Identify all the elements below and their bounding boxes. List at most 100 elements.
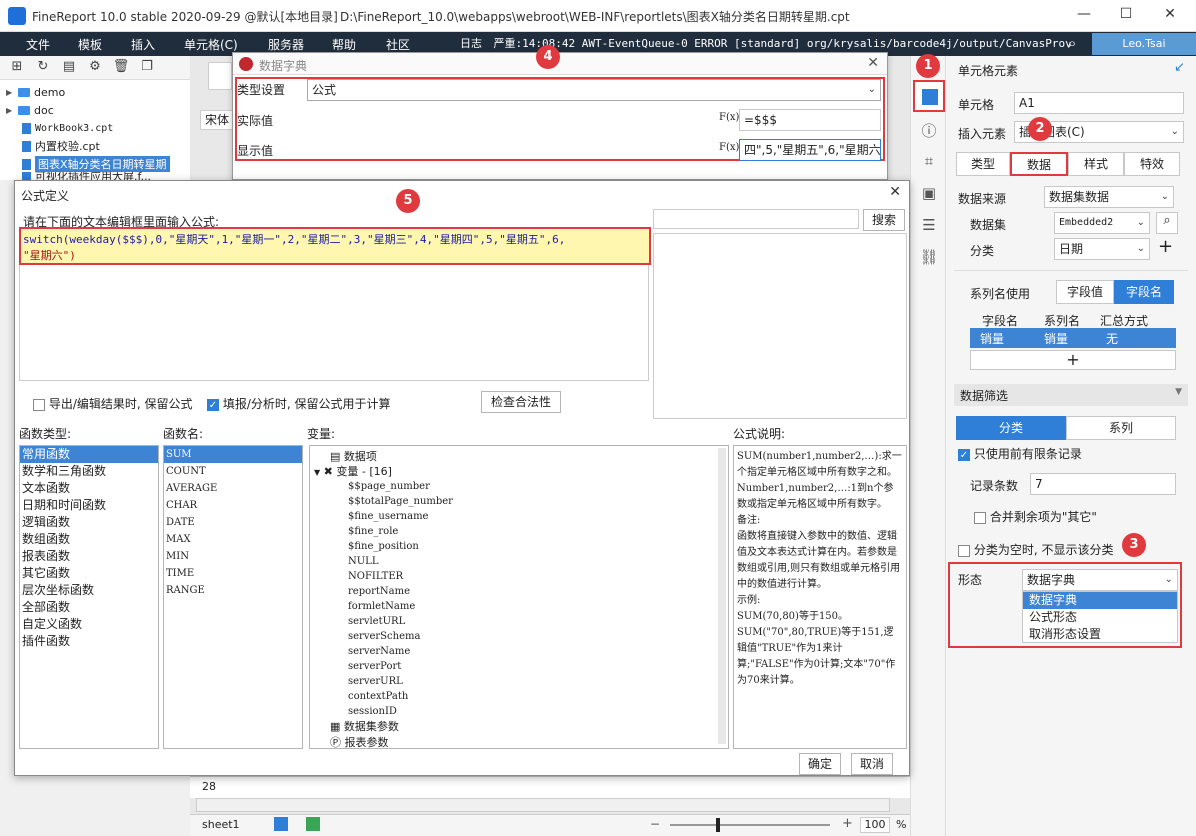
variable-item[interactable]: NULL [348, 554, 453, 569]
variable-item[interactable]: serverName [348, 644, 453, 659]
tree-file[interactable]: 可视化插件应用大屏.f... [22, 172, 151, 180]
add-category-button[interactable]: + [1158, 236, 1173, 257]
filter-tab-series[interactable]: 系列 [1066, 416, 1176, 440]
cell-attr-icon[interactable]: ⓘ [919, 120, 939, 140]
variable-item[interactable]: $fine_position [348, 539, 453, 554]
tree-folder-doc[interactable]: ▶ doc [6, 101, 54, 119]
fx-icon[interactable]: F(x) [719, 142, 739, 153]
variable-item[interactable]: $fine_role [348, 524, 453, 539]
form-option[interactable]: 公式形态 [1023, 609, 1177, 626]
series-use-field-value[interactable]: 字段值 [1056, 280, 1114, 304]
user-name[interactable]: Leo.Tsai [1092, 33, 1196, 55]
menu-server[interactable]: 服务器 [268, 36, 304, 53]
func-type-item[interactable]: 常用函数 [20, 446, 158, 463]
func-name-item[interactable]: COUNT [164, 463, 302, 480]
filter-section[interactable]: 数据筛选 ▼ [954, 384, 1188, 406]
datasource-select[interactable]: 数据集数据 ⌄ [1044, 186, 1174, 208]
variable-item[interactable]: $$page_number [348, 479, 453, 494]
refresh-icon[interactable]: ↻ [34, 59, 52, 77]
ok-button[interactable]: 确定 [799, 753, 841, 775]
func-type-item[interactable]: 数学和三角函数 [20, 463, 158, 480]
func-name-item[interactable]: SUM [164, 446, 302, 463]
func-type-item[interactable]: 其它函数 [20, 565, 158, 582]
func-name-item[interactable]: DATE [164, 514, 302, 531]
func-name-item[interactable]: MAX [164, 531, 302, 548]
type-setting-select[interactable]: 公式 ⌄ [307, 79, 881, 101]
func-name-item[interactable]: CHAR [164, 497, 302, 514]
var-tree-variables[interactable]: ▼ ✖ 变量 - [16] [314, 463, 392, 479]
new-folder-icon[interactable]: ⊞ [8, 59, 26, 77]
func-name-item[interactable]: AVERAGE [164, 480, 302, 497]
variable-item[interactable]: serverPort [348, 659, 453, 674]
check-validity-button[interactable]: 检查合法性 [481, 391, 561, 413]
actual-value-input[interactable]: =$$$ [739, 109, 881, 131]
category-select[interactable]: 日期 ⌄ [1054, 238, 1150, 260]
hide-empty-checkbox[interactable]: 分类为空时, 不显示该分类 [958, 541, 1113, 558]
func-name-item[interactable]: RANGE [164, 582, 302, 599]
filter-tab-category[interactable]: 分类 [956, 416, 1066, 440]
cancel-button[interactable]: 取消 [851, 753, 893, 775]
var-tree-dataset-params[interactable]: ▦ 数据集参数 [330, 718, 399, 734]
zoom-out-icon[interactable]: − [650, 817, 660, 831]
table-row[interactable]: 销量 销量 无 [970, 328, 1176, 348]
display-value-input[interactable]: 四",5,"星期五",6,"星期六") [739, 139, 881, 161]
tree-folder-demo[interactable]: ▶ demo [6, 83, 65, 101]
func-type-item[interactable]: 全部函数 [20, 599, 158, 616]
pin-icon[interactable]: ↙ [1174, 60, 1185, 75]
top-records-checkbox[interactable]: ✓ 只使用前有限条记录 [958, 445, 1082, 462]
formula-text-line2[interactable]: "星期六") [23, 247, 76, 263]
variable-item[interactable]: formletName [348, 599, 453, 614]
layer-icon[interactable]: ☰ [919, 216, 939, 236]
link-icon[interactable]: ⛓ [919, 248, 939, 268]
func-name-item[interactable]: MIN [164, 548, 302, 565]
zoom-value[interactable]: 100 [860, 817, 890, 833]
sheet-tab[interactable]: sheet1 [202, 818, 240, 831]
func-type-item[interactable]: 数组函数 [20, 531, 158, 548]
add-form-icon[interactable] [306, 817, 320, 831]
collapse-icon[interactable]: ▼ [314, 468, 320, 477]
menu-help[interactable]: 帮助 [332, 36, 356, 53]
record-count-input[interactable]: 7 [1030, 473, 1176, 495]
variable-item[interactable]: serverSchema [348, 629, 453, 644]
log-label[interactable]: 日志 [460, 37, 482, 50]
search-dataset-icon[interactable]: ⌕ [1156, 212, 1178, 234]
series-use-field-name[interactable]: 字段名 [1114, 280, 1174, 304]
close-window-button[interactable]: ✕ [1160, 6, 1180, 22]
expand-icon[interactable]: ▶ [6, 106, 14, 115]
close-icon[interactable]: ✕ [867, 55, 879, 71]
formula-text-line1[interactable]: switch(weekday($$$),0,"星期天",1,"星期一",2,"星… [23, 231, 565, 247]
horizontal-scrollbar[interactable] [196, 798, 890, 812]
crop-icon[interactable]: ⌗ [919, 152, 939, 172]
menu-insert[interactable]: 插入 [131, 36, 155, 53]
menu-cell[interactable]: 单元格(C) [184, 36, 238, 53]
tab-type[interactable]: 类型 [956, 152, 1010, 176]
variable-item[interactable]: contextPath [348, 689, 453, 704]
func-name-item[interactable]: TIME [164, 565, 302, 582]
cell-element-button[interactable] [913, 80, 945, 112]
func-type-item[interactable]: 报表函数 [20, 548, 158, 565]
var-tree-report-params[interactable]: Ⓟ 报表参数 [330, 734, 389, 750]
close-icon[interactable]: ✕ [889, 184, 901, 200]
zoom-handle[interactable] [716, 818, 720, 832]
search-input[interactable] [653, 209, 859, 229]
menu-template[interactable]: 模板 [78, 36, 102, 53]
func-type-item[interactable]: 文本函数 [20, 480, 158, 497]
fill-checkbox[interactable]: ✓ 填报/分析时, 保留公式用于计算 [207, 395, 391, 412]
variable-item[interactable]: $$totalPage_number [348, 494, 453, 509]
variable-item[interactable]: NOFILTER [348, 569, 453, 584]
edit-icon[interactable] [208, 62, 232, 90]
tab-effect[interactable]: 特效 [1124, 152, 1180, 176]
form-option[interactable]: 取消形态设置 [1023, 626, 1177, 643]
tree-file-selected[interactable]: 图表X轴分类名日期转星期 [22, 155, 170, 173]
scrollbar[interactable] [718, 448, 726, 744]
form-option[interactable]: 数据字典 [1023, 592, 1177, 609]
variable-item[interactable]: reportName [348, 584, 453, 599]
minimize-button[interactable]: — [1074, 6, 1094, 22]
expand-icon[interactable]: ▶ [6, 88, 14, 97]
func-type-item[interactable]: 逻辑函数 [20, 514, 158, 531]
variable-item[interactable]: sessionID [348, 704, 453, 719]
func-type-item[interactable]: 日期和时间函数 [20, 497, 158, 514]
menu-community[interactable]: 社区 [386, 36, 410, 53]
fx-icon[interactable]: F(x) [719, 112, 739, 123]
func-type-item[interactable]: 插件函数 [20, 633, 158, 650]
